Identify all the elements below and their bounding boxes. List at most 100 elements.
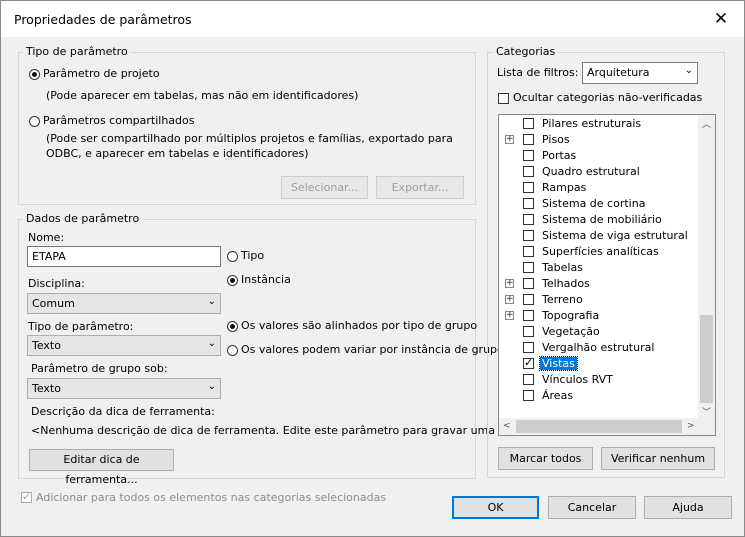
scroll-right-icon[interactable]: > [687,421,695,431]
category-checkbox[interactable] [523,294,534,305]
plus-icon[interactable]: + [505,135,514,144]
category-checkbox[interactable] [523,356,534,369]
category-row[interactable]: Sistema de viga estrutural [499,228,699,244]
parametro-projeto-label[interactable]: Parâmetro de projeto [43,67,160,80]
grupo-select[interactable]: Texto ⌄ [27,378,221,399]
category-checkbox[interactable] [523,374,534,385]
exportar-button[interactable]: Exportar... [376,176,464,199]
category-checkbox[interactable] [523,182,534,193]
selecionar-button[interactable]: Selecionar... [281,176,368,199]
category-checkbox[interactable] [523,118,534,129]
tipo-radio-label[interactable]: Tipo [241,249,264,262]
category-row[interactable]: Tabelas [499,260,699,276]
verificar-nenhum-button[interactable]: Verificar nenhum [601,447,715,470]
instancia-radio-label[interactable]: Instância [241,273,291,286]
filtro-select[interactable]: Arquitetura ⌄ [582,62,698,84]
category-row[interactable]: Portas [499,148,699,164]
horizontal-scrollbar[interactable]: < > [499,418,699,435]
category-checkbox[interactable] [523,390,534,401]
category-row[interactable]: Vínculos RVT [499,372,699,388]
category-checkbox[interactable] [523,262,534,273]
category-row[interactable]: Quadro estrutural [499,164,699,180]
category-row[interactable]: Rampas [499,180,699,196]
category-row[interactable]: Sistema de mobiliário [499,212,699,228]
instancia-radio[interactable] [227,275,238,286]
plus-icon[interactable]: + [505,311,514,320]
adicionar-label[interactable]: Adicionar para todos os elementos nas ca… [36,491,386,504]
category-label[interactable]: Quadro estrutural [542,165,640,178]
valores-alinhados-label[interactable]: Os valores são alinhados por tipo de gru… [241,319,477,332]
horizontal-scroll-thumb[interactable] [516,420,682,433]
category-label[interactable]: Sistema de cortina [542,197,645,210]
category-row[interactable]: Áreas [499,388,699,404]
category-checkbox[interactable] [523,310,534,321]
ocultar-label[interactable]: Ocultar categorias não-verificadas [513,91,702,104]
category-checkbox[interactable] [523,326,534,337]
category-label[interactable]: Sistema de mobiliário [542,213,662,226]
category-checkbox[interactable] [523,246,534,257]
disciplina-label: Disciplina: [28,277,85,290]
vertical-scrollbar[interactable]: ︿ ﹀ [698,115,715,418]
category-label[interactable]: Vistas [539,356,578,371]
tipo-param-select[interactable]: Texto ⌄ [27,335,221,356]
parametros-compartilhados-label[interactable]: Parâmetros compartilhados [43,114,195,127]
category-row[interactable]: + Pisos [499,132,699,148]
vertical-scroll-thumb[interactable] [700,315,713,403]
adicionar-checkbox[interactable]: ✓ [21,490,32,503]
category-checkbox[interactable] [523,278,534,289]
valores-variar-label[interactable]: Os valores podem variar por instância de… [241,343,504,356]
scroll-up-icon[interactable]: ︿ [702,117,711,130]
category-row[interactable]: Vergalhão estrutural [499,340,699,356]
parametro-projeto-radio[interactable] [29,69,40,80]
ok-button[interactable]: OK [452,496,539,519]
plus-icon[interactable]: + [505,295,514,304]
category-label[interactable]: Terreno [542,293,583,306]
category-row[interactable]: Sistema de cortina [499,196,699,212]
category-label[interactable]: Áreas [542,389,573,402]
category-label[interactable]: Pisos [542,133,570,146]
scroll-left-icon[interactable]: < [503,421,511,431]
category-row[interactable]: + Topografia [499,308,699,324]
category-label[interactable]: Superfícies analíticas [542,245,659,258]
categorias-tree[interactable]: Pilares estruturais + Pisos Portas Quadro es… [498,114,716,436]
category-label[interactable]: Topografia [542,309,599,322]
category-row[interactable]: Vegetação [499,324,699,340]
category-label[interactable]: Sistema de viga estrutural [542,229,688,242]
category-row[interactable]: Vistas [499,356,699,372]
ocultar-checkbox[interactable] [498,93,509,104]
category-label[interactable]: Portas [542,149,576,162]
disciplina-select[interactable]: Comum ⌄ [27,293,221,314]
grupo-label: Parâmetro de grupo sob: [31,362,168,375]
close-icon[interactable]: ✕ [698,1,744,37]
dica-label: Descrição da dica de ferramenta: [31,405,215,418]
category-label[interactable]: Vínculos RVT [542,373,613,386]
tipo-radio[interactable] [227,251,238,262]
ajuda-button[interactable]: Ajuda [644,496,732,519]
marcar-todos-button[interactable]: Marcar todos [498,447,593,470]
valores-variar-radio[interactable] [227,345,238,356]
category-checkbox[interactable] [523,198,534,209]
plus-icon[interactable]: + [505,279,514,288]
category-checkbox[interactable] [523,166,534,177]
editar-dica-button[interactable]: Editar dica de ferramenta... [29,449,174,486]
category-checkbox[interactable] [523,342,534,353]
category-row[interactable]: Superfícies analíticas [499,244,699,260]
category-row[interactable]: + Telhados [499,276,699,292]
category-row[interactable]: + Terreno [499,292,699,308]
parametros-compartilhados-radio[interactable] [29,116,40,127]
category-checkbox[interactable] [523,214,534,225]
category-label[interactable]: Telhados [542,277,590,290]
cancelar-button[interactable]: Cancelar [548,496,636,519]
category-row[interactable]: Pilares estruturais [499,116,699,132]
category-checkbox[interactable] [523,134,534,145]
category-label[interactable]: Vegetação [542,325,600,338]
category-checkbox[interactable] [523,230,534,241]
scroll-down-icon[interactable]: ﹀ [702,405,711,418]
category-label[interactable]: Pilares estruturais [542,117,641,130]
nome-input[interactable]: ETAPA [27,246,221,267]
valores-alinhados-radio[interactable] [227,321,238,332]
category-label[interactable]: Vergalhão estrutural [542,341,654,354]
category-checkbox[interactable] [523,150,534,161]
category-label[interactable]: Tabelas [542,261,583,274]
category-label[interactable]: Rampas [542,181,586,194]
